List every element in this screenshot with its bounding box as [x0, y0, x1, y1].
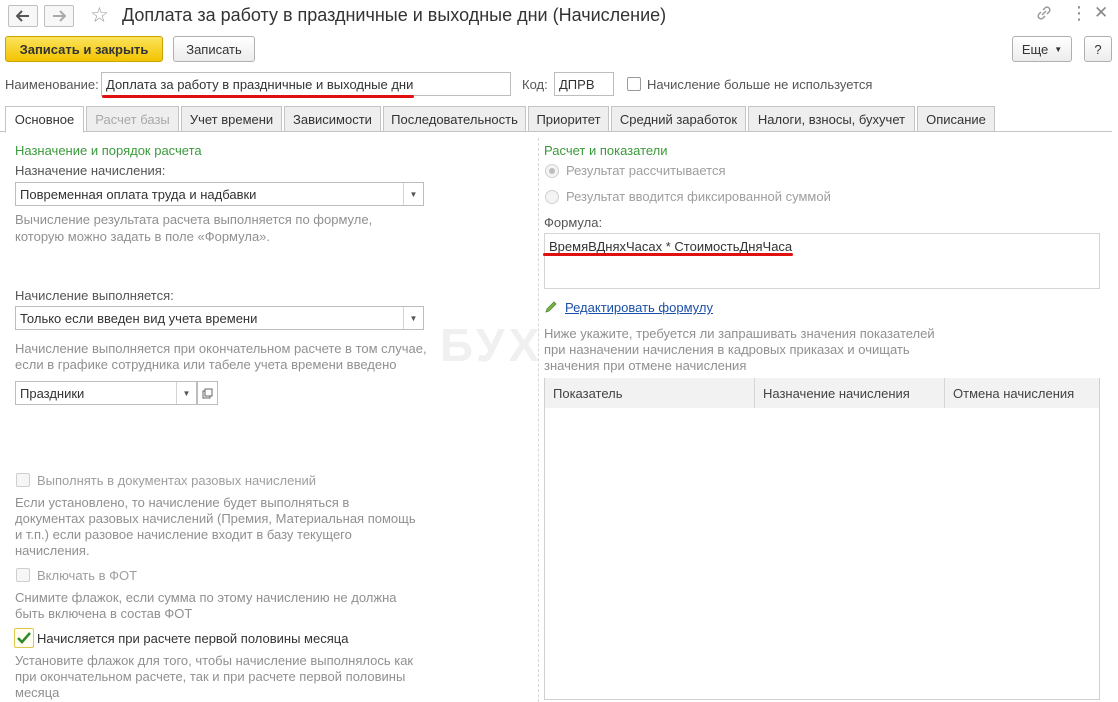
tab-main[interactable]: Основное	[5, 106, 84, 133]
purpose-hint-1: Вычисление результата расчета выполняетс…	[15, 212, 373, 227]
one-time-hint-1: Если установлено, то начисление будет вы…	[15, 495, 350, 510]
radio-calculated-label: Результат рассчитывается	[566, 163, 726, 178]
pencil-icon	[544, 300, 558, 317]
fot-checkbox[interactable]	[16, 568, 30, 582]
back-button[interactable]	[8, 5, 38, 27]
fot-hint-2: быть включена в состав ФОТ	[15, 606, 193, 621]
save-button[interactable]: Записать	[173, 36, 255, 62]
left-section-title: Назначение и порядок расчета	[15, 143, 202, 158]
name-label: Наименование:	[5, 77, 99, 92]
formula-value: ВремяВДняхЧасах * СтоимостьДняЧаса	[549, 239, 793, 254]
link-icon[interactable]	[1036, 5, 1052, 26]
indicators-hint-2: при назначении начисления в кадровых при…	[544, 342, 910, 357]
time-type-select[interactable]: Праздники ▼	[15, 381, 197, 405]
indicators-hint-1: Ниже укажите, требуется ли запрашивать з…	[544, 326, 935, 341]
column-divider	[538, 138, 539, 702]
one-time-hint-3: и т.п.) если разовое начисление входит в…	[15, 527, 352, 542]
table-header-cancel[interactable]: Отмена начисления	[945, 378, 1099, 408]
help-button[interactable]: ?	[1084, 36, 1112, 62]
open-button[interactable]	[197, 381, 218, 405]
arrow-left-icon	[16, 10, 29, 22]
indicators-hint-3: значения при отмене начисления	[544, 358, 747, 373]
edit-formula-link[interactable]: Редактировать формулу	[565, 300, 713, 315]
watermark: БУХ	[440, 319, 544, 371]
performed-hint-1: Начисление выполняется при окончательном…	[15, 341, 427, 356]
tab-priority[interactable]: Приоритет	[528, 106, 609, 132]
first-half-hint-2: при окончательном расчете, так и при рас…	[15, 669, 406, 684]
chevron-down-icon: ▼	[1054, 44, 1063, 54]
first-half-hint-3: месяца	[15, 685, 60, 700]
more-vertical-icon[interactable]: ⋮	[1070, 3, 1088, 24]
radio-fixed-label: Результат вводится фиксированной суммой	[566, 189, 831, 204]
fot-label: Включать в ФОТ	[37, 568, 138, 583]
chevron-down-icon[interactable]: ▼	[403, 183, 423, 205]
forward-button[interactable]	[44, 5, 74, 27]
chevron-down-icon[interactable]: ▼	[403, 307, 423, 329]
first-half-label: Начисляется при расчете первой половины …	[37, 631, 349, 646]
more-label: Еще	[1021, 41, 1049, 57]
radio-calculated[interactable]	[545, 164, 559, 178]
save-and-close-button[interactable]: Записать и закрыть	[5, 36, 163, 62]
performed-hint-2: если в графике сотрудника или табеле уче…	[15, 357, 397, 372]
name-input[interactable]: Доплата за работу в праздничные и выходн…	[101, 72, 511, 96]
one-time-checkbox[interactable]	[16, 473, 30, 487]
tab-taxes[interactable]: Налоги, взносы, бухучет	[748, 106, 915, 132]
time-type-value: Праздники	[20, 385, 85, 401]
table-header-assignment[interactable]: Назначение начисления	[755, 378, 945, 408]
open-window-icon	[202, 388, 213, 398]
tab-time-tracking[interactable]: Учет времени	[181, 106, 282, 132]
tab-calc-base[interactable]: Расчет базы	[86, 106, 179, 132]
purpose-label: Назначение начисления:	[15, 163, 166, 178]
tab-sequence[interactable]: Последовательность	[383, 106, 526, 132]
one-time-hint-2: документах разовых начислений (Премия, М…	[15, 511, 416, 526]
unused-checkbox[interactable]	[627, 77, 641, 91]
red-annotation-underline	[102, 95, 414, 98]
arrow-right-icon	[53, 10, 66, 22]
right-section-title: Расчет и показатели	[544, 143, 668, 158]
star-icon[interactable]: ☆	[90, 3, 109, 28]
code-label: Код:	[522, 77, 548, 92]
tab-description[interactable]: Описание	[917, 106, 995, 132]
one-time-hint-4: начисления.	[15, 543, 90, 558]
checkmark-icon	[17, 632, 31, 644]
window-title: Доплата за работу в праздничные и выходн…	[122, 5, 667, 25]
formula-field[interactable]: ВремяВДняхЧасах * СтоимостьДняЧаса	[544, 233, 1100, 289]
formula-label: Формула:	[544, 215, 603, 230]
fot-hint-1: Снимите флажок, если сумма по этому начи…	[15, 590, 397, 605]
chevron-down-icon[interactable]: ▼	[176, 382, 196, 404]
performed-select[interactable]: Только если введен вид учета времени ▼	[15, 306, 424, 330]
one-time-label: Выполнять в документах разовых начислени…	[37, 473, 317, 488]
indicators-table[interactable]	[544, 378, 1100, 700]
red-annotation-underline	[543, 253, 793, 256]
performed-label: Начисление выполняется:	[15, 288, 174, 303]
close-icon[interactable]: ✕	[1094, 3, 1108, 23]
performed-value: Только если введен вид учета времени	[20, 310, 258, 326]
first-half-hint-1: Установите флажок для того, чтобы начисл…	[15, 653, 414, 668]
radio-fixed[interactable]	[545, 190, 559, 204]
first-half-checkbox[interactable]	[14, 628, 34, 648]
tab-average-earnings[interactable]: Средний заработок	[611, 106, 746, 132]
purpose-select[interactable]: Повременная оплата труда и надбавки ▼	[15, 182, 424, 206]
purpose-value: Повременная оплата труда и надбавки	[20, 186, 257, 202]
purpose-hint-2: которую можно задать в поле «Формула».	[15, 229, 271, 244]
table-header-indicator[interactable]: Показатель	[545, 378, 755, 408]
more-actions-button[interactable]: Еще ▼	[1012, 36, 1072, 62]
tab-dependencies[interactable]: Зависимости	[284, 106, 381, 132]
unused-label: Начисление больше не используется	[647, 77, 873, 92]
code-input[interactable]: ДПРВ	[554, 72, 614, 96]
